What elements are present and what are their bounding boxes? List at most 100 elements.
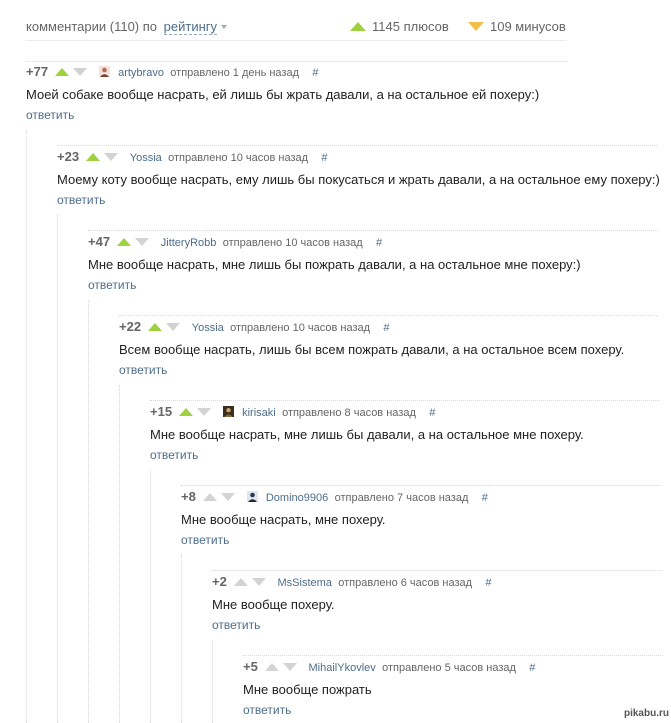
thread-divider — [88, 230, 658, 231]
chevron-down-icon[interactable] — [221, 25, 227, 29]
comment-text: Мне вообще насрать, мне лишь бы пожрать … — [88, 257, 581, 272]
upvote-icon — [350, 22, 366, 31]
comment-permalink[interactable]: # — [312, 67, 318, 79]
thread-line — [212, 640, 213, 723]
upvote-icon[interactable] — [148, 323, 163, 331]
comment-text: Мне вообще похеру. — [212, 597, 335, 612]
reply-link[interactable]: ответить — [212, 618, 492, 632]
comment-permalink[interactable]: # — [321, 152, 327, 164]
upvote-icon[interactable] — [265, 663, 280, 671]
reply-link[interactable]: ответить — [119, 363, 624, 377]
thread-line — [57, 215, 58, 723]
comment-author[interactable]: Yossia — [192, 322, 224, 334]
comments-header: комментарии (110) по рейтингу 1145 плюсо… — [26, 16, 566, 41]
thread-line — [181, 555, 182, 723]
thread-divider — [57, 145, 657, 146]
comment-timestamp: отправлено 10 часов назад — [168, 152, 309, 164]
comment-author[interactable]: artybravo — [118, 67, 164, 79]
downvote-icon[interactable] — [283, 663, 298, 671]
downvote-icon[interactable] — [166, 323, 181, 331]
thread-line — [119, 385, 120, 723]
comment-timestamp: отправлено 6 часов назад — [338, 577, 473, 589]
thread-line — [26, 130, 27, 723]
comment-rating: +77 — [26, 64, 49, 79]
comment: +2 MsSistema отправлено 6 часов назад # … — [212, 574, 492, 632]
comment-rating: +15 — [150, 404, 173, 419]
comment-author[interactable]: MsSistema — [278, 577, 332, 589]
comment: +5 MihailYkovlev отправлено 5 часов наза… — [243, 659, 535, 717]
thread-divider — [212, 570, 662, 571]
comment: +47 JitteryRobb отправлено 10 часов наза… — [88, 234, 581, 292]
comment: +23 Yossia отправлено 10 часов назад # М… — [57, 149, 660, 207]
comment-timestamp: отправлено 10 часов назад — [230, 322, 371, 334]
comment-timestamp: отправлено 8 часов назад — [282, 407, 416, 419]
comment-rating: +5 — [243, 659, 258, 674]
minus-count: 109 минусов — [490, 19, 566, 34]
minus-summary: 109 минусов — [468, 19, 566, 34]
upvote-icon[interactable] — [86, 153, 101, 161]
plus-count: 1145 плюсов — [372, 19, 449, 34]
downvote-icon[interactable] — [135, 238, 150, 246]
watermark: pikabu.ru — [623, 708, 669, 719]
thread-divider — [181, 485, 661, 486]
comment-author[interactable]: kirisaki — [242, 407, 276, 419]
downvote-icon[interactable] — [104, 153, 119, 161]
upvote-icon[interactable] — [117, 238, 132, 246]
comment: +15 kirisaki отправлено 8 часов назад # … — [150, 404, 584, 462]
downvote-icon[interactable] — [73, 68, 88, 76]
comment-text: Мне вообще пожрать — [243, 682, 372, 697]
plus-summary: 1145 плюсов — [350, 19, 449, 34]
comment-rating: +23 — [57, 149, 80, 164]
comment-text: Мне вообще насрать, мне лишь бы давали, … — [150, 427, 584, 442]
comment-author[interactable]: Yossia — [130, 152, 162, 164]
comment-rating: +22 — [119, 319, 142, 334]
thread-line — [150, 470, 151, 723]
comment-text: Моему коту вообще насрать, ему лишь бы п… — [57, 172, 660, 187]
comment-text: Мне вообще насрать, мне похеру. — [181, 512, 386, 527]
comment-timestamp: отправлено 1 день назад — [170, 67, 299, 79]
comments-count-label: комментарии (110) по — [26, 19, 158, 34]
upvote-icon[interactable] — [234, 578, 249, 586]
comment-text: Моей собаке вообще насрать, ей лишь бы ж… — [26, 87, 540, 102]
comment-author[interactable]: MihailYkovlev — [309, 662, 376, 674]
comment-permalink[interactable]: # — [529, 662, 535, 674]
thread-divider — [150, 400, 660, 401]
comment: +22 Yossia отправлено 10 часов назад # В… — [119, 319, 624, 377]
comment-rating: +8 — [181, 489, 196, 504]
comment-permalink[interactable]: # — [376, 237, 382, 249]
comment-author[interactable]: JitteryRobb — [161, 237, 217, 249]
downvote-icon[interactable] — [221, 493, 236, 501]
reply-link[interactable]: ответить — [57, 193, 660, 207]
thread-divider — [26, 61, 567, 62]
downvote-icon[interactable] — [252, 578, 267, 586]
comment-rating: +2 — [212, 574, 227, 589]
comment-permalink[interactable]: # — [383, 322, 389, 334]
comment-rating: +47 — [88, 234, 111, 249]
reply-link[interactable]: ответить — [88, 278, 581, 292]
thread-line — [88, 300, 89, 723]
thread-divider — [119, 315, 659, 316]
avatar[interactable] — [222, 406, 234, 417]
downvote-icon[interactable] — [197, 408, 212, 416]
downvote-icon — [468, 22, 484, 31]
reply-link[interactable]: ответить — [243, 703, 535, 717]
reply-link[interactable]: ответить — [150, 448, 584, 462]
comment-timestamp: отправлено 5 часов назад — [382, 662, 516, 674]
comment: +77 artybravo отправлено 1 день назад # … — [26, 64, 539, 122]
avatar[interactable] — [246, 491, 258, 502]
comment-timestamp: отправлено 10 часов назад — [222, 237, 363, 249]
upvote-icon[interactable] — [55, 68, 70, 76]
upvote-icon[interactable] — [203, 493, 218, 501]
upvote-icon[interactable] — [179, 408, 194, 416]
thread-divider — [243, 655, 663, 656]
comment-permalink[interactable]: # — [485, 577, 491, 589]
comment-permalink[interactable]: # — [482, 492, 488, 504]
reply-link[interactable]: ответить — [181, 533, 488, 547]
comment-text: Всем вообще насрать, лишь бы всем пожрат… — [119, 342, 625, 357]
comment-timestamp: отправлено 7 часов назад — [334, 492, 469, 504]
reply-link[interactable]: ответить — [26, 108, 539, 122]
avatar[interactable] — [98, 66, 110, 77]
sort-dropdown[interactable]: рейтингу — [163, 19, 217, 35]
comment-permalink[interactable]: # — [429, 407, 435, 419]
comment-author[interactable]: Domino9906 — [266, 492, 328, 504]
